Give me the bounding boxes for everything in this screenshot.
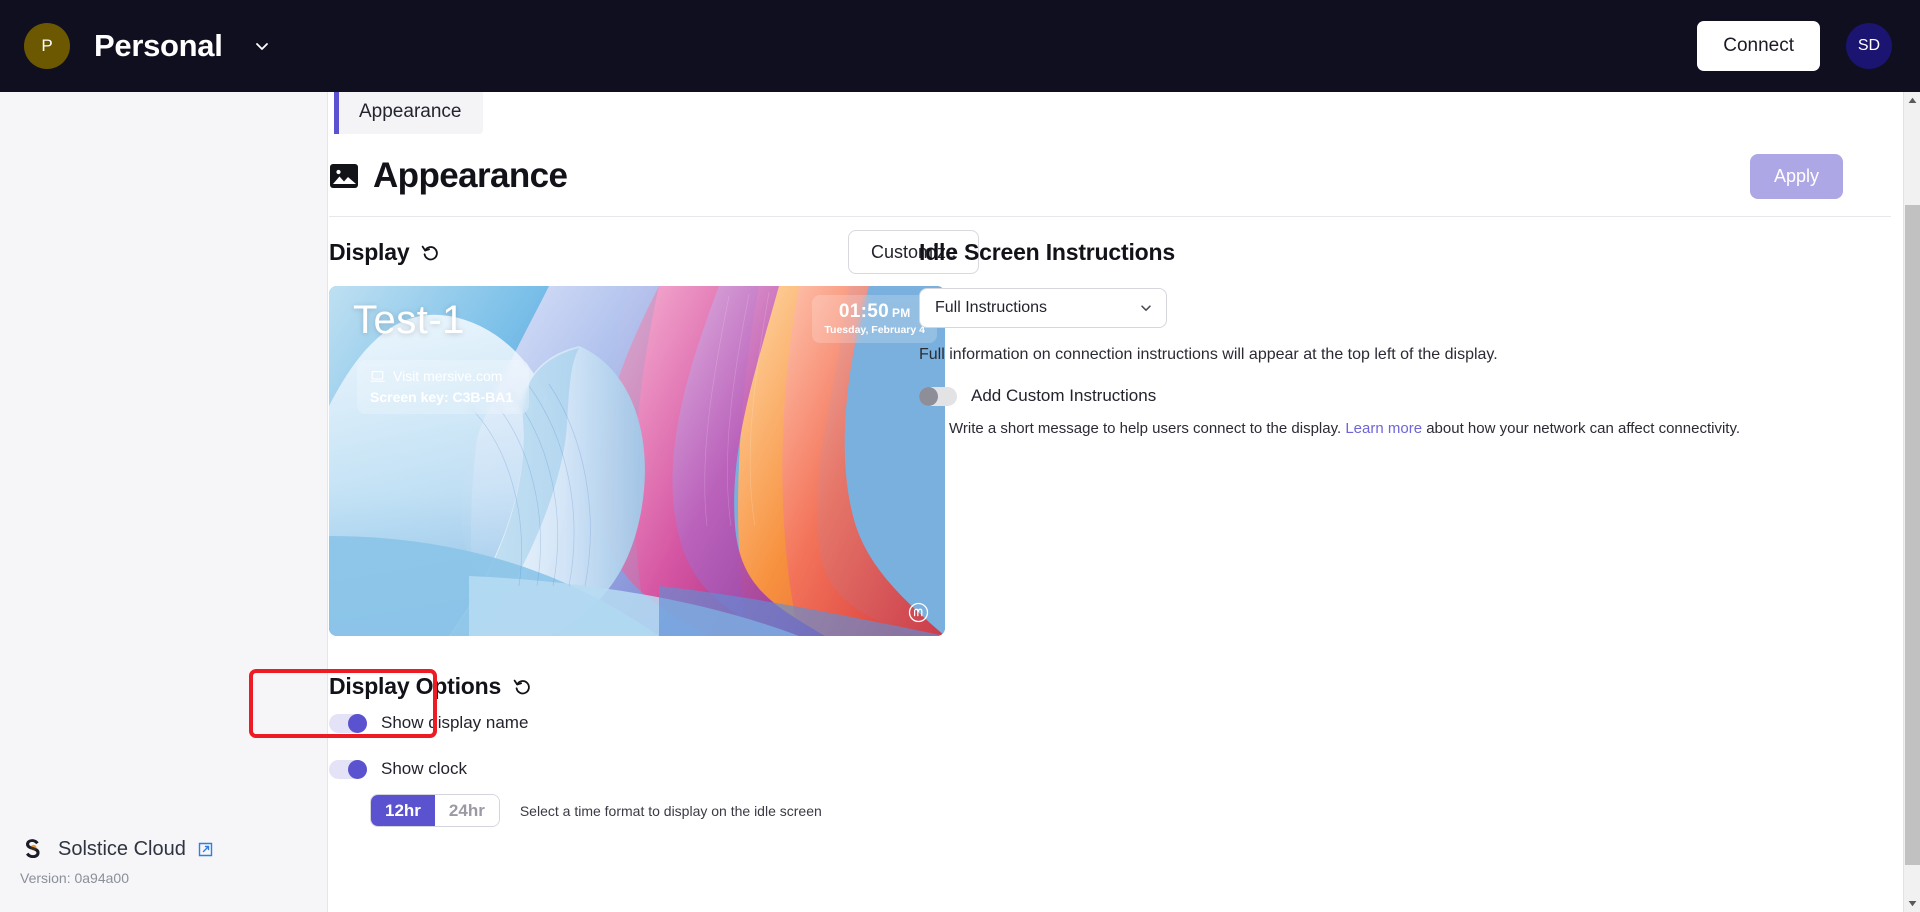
external-link-icon[interactable] [197,841,214,858]
connect-button[interactable]: Connect [1697,21,1820,71]
time-format-hint: Select a time format to display on the i… [519,802,822,819]
idle-instructions-selected-value: Full Instructions [935,299,1048,316]
page-title: Appearance [329,156,568,196]
display-section-header: Display Customize [329,230,979,274]
add-custom-instructions-label: Add Custom Instructions [971,386,1157,405]
preview-clock-date: Tuesday, February 4 [824,324,925,336]
mersive-m-logo [908,602,929,623]
time-format-row: 12hr 24hr Select a time format to displa… [329,794,979,827]
user-avatar[interactable]: SD [1846,23,1892,69]
display-options-title: Display Options [329,672,502,699]
preview-clock-hours: 01:50 [838,301,889,322]
idle-screen-title: Idle Screen Instructions [919,238,1175,265]
preview-clock-ampm: PM [891,306,911,320]
show-clock-label: Show clock [381,759,467,778]
laptop-icon [370,370,385,382]
toggle-knob [348,713,367,733]
learn-more-link[interactable]: Learn more [1345,420,1422,437]
apply-button[interactable]: Apply [1749,153,1843,199]
sidebar-footer: Solstice Cloud Version: 0a94a00 [20,836,300,886]
header-divider [329,216,1891,217]
main-content: Appearance Appearance Apply Display Cust… [329,90,1891,912]
brand-row: Solstice Cloud [20,836,300,862]
display-preview[interactable]: Test-1 Visit mersive.com Screen key: C3B… [329,286,945,636]
preview-visit-text: Visit mersive.com [393,368,503,384]
preview-clock-time: 01:50 PM [824,301,925,323]
idle-instructions-select[interactable]: Full Instructions [919,288,1167,328]
show-display-name-toggle[interactable] [329,713,367,733]
caret-down-icon[interactable] [1904,895,1920,912]
show-clock-toggle[interactable] [329,759,367,779]
toggle-knob [919,386,938,406]
time-format-option-24hr[interactable]: 24hr [434,795,499,826]
sidebar: Solstice Cloud Version: 0a94a00 [0,92,328,912]
tab-appearance[interactable]: Appearance [334,90,484,134]
add-custom-instructions-row: Add Custom Instructions [919,386,1879,406]
tab-strip: Appearance [329,90,1891,146]
page-title-text: Appearance [373,156,568,195]
preview-screen-key: Screen key: C3B-BA1 [370,389,514,405]
add-custom-instructions-toggle[interactable] [919,386,957,406]
body-columns: Display Customize Test-1 Visit mersive.c… [329,230,1891,912]
brand-name: Solstice Cloud [58,837,186,860]
preview-display-name: Test-1 [353,298,465,342]
display-section-title: Display [329,238,410,265]
preview-info-card: Visit mersive.com Screen key: C3B-BA1 [357,360,530,414]
image-icon [330,164,358,188]
show-display-name-label: Show display name [381,713,529,732]
display-column: Display Customize Test-1 Visit mersive.c… [329,230,979,827]
option-show-display-name: Show display name [329,706,979,740]
reset-arrow-icon[interactable] [420,242,441,263]
idle-instructions-description: Full information on connection instructi… [919,346,1498,363]
hint-text-after: about how your network can affect connec… [1422,420,1740,437]
scrollbar-thumb[interactable] [1905,205,1920,865]
toggle-knob [348,759,367,779]
hint-text-before: Write a short message to help users conn… [949,420,1346,437]
top-bar: P Personal Connect SD [0,0,1920,92]
chevron-down-icon [1141,305,1151,311]
solstice-s-logo [26,839,40,858]
reset-arrow-icon[interactable] [512,676,533,697]
caret-up-icon[interactable] [1904,92,1920,109]
idle-screen-column: Idle Screen Instructions Full Instructio… [919,232,1879,437]
time-format-option-12hr[interactable]: 12hr [371,795,435,826]
time-format-segmented-control[interactable]: 12hr 24hr [370,794,500,827]
display-options-header: Display Options [329,666,979,706]
org-avatar: P [24,23,70,69]
preview-visit-row: Visit mersive.com [370,368,513,384]
org-name: Personal [94,28,223,63]
page-scrollbar[interactable] [1903,92,1920,912]
version-label: Version: 0a94a00 [20,870,129,886]
option-show-clock: Show clock [329,752,979,786]
display-options-section: Display Options Show display name Show c… [329,666,979,827]
custom-instructions-hint: Write a short message to help users conn… [949,420,1879,437]
page-header: Appearance Apply [329,140,1891,212]
chevron-down-icon[interactable] [251,35,273,57]
